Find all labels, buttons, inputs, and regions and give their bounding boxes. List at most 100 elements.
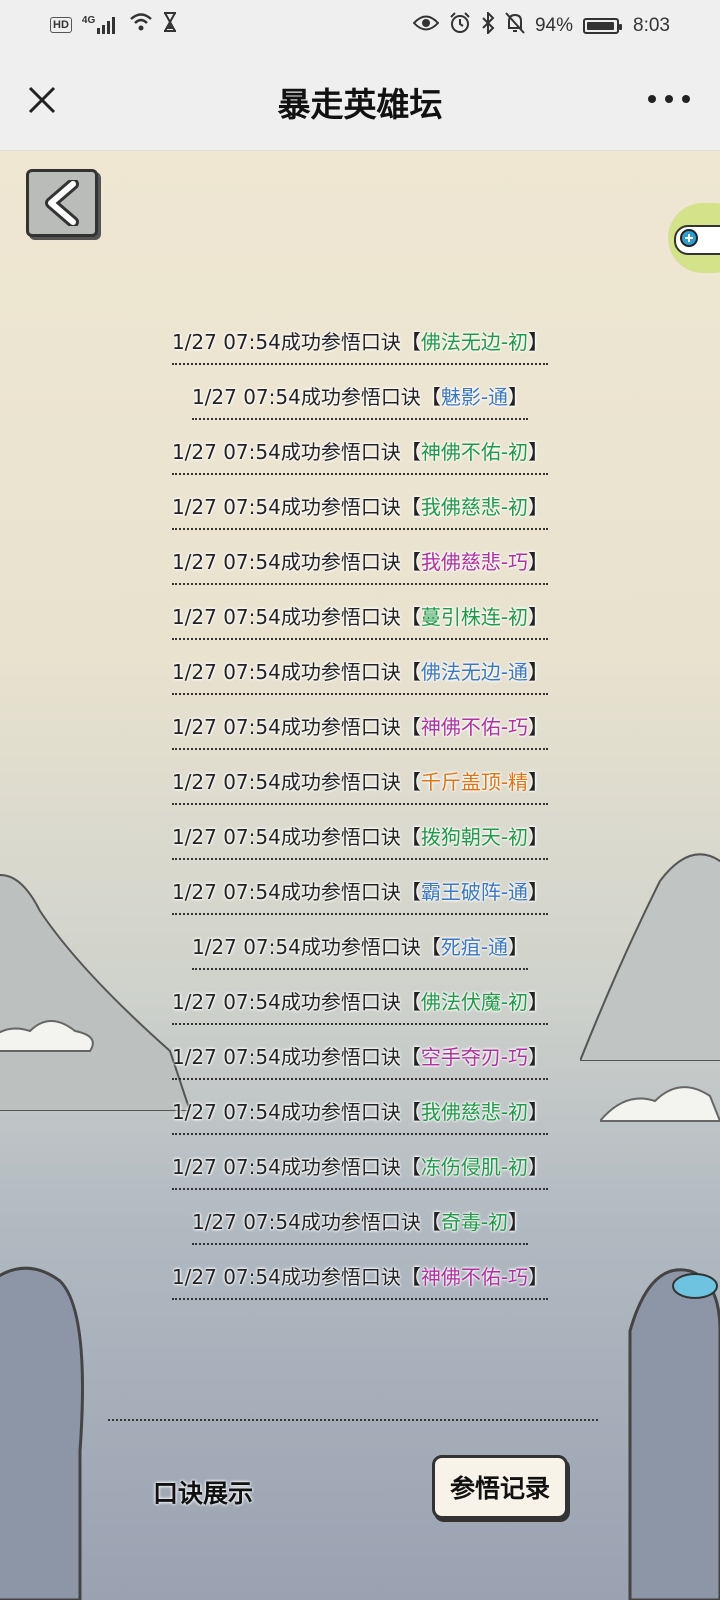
record-bracket-right: 】 [528, 715, 549, 739]
record-bracket-right: 】 [528, 660, 549, 684]
record-skill-name: 我佛慈悲-初 [420, 495, 529, 519]
record-bracket-left: 【 [400, 880, 421, 904]
bluetooth-icon [481, 10, 495, 40]
record-prefix: 1/27 07:54成功参悟口诀 [171, 1155, 401, 1179]
signal-icon: 4G [81, 14, 119, 34]
record-prefix: 1/27 07:54成功参悟口诀 [171, 880, 401, 904]
record-row: 1/27 07:54成功参悟口诀【我佛慈悲-巧】 [0, 543, 720, 598]
record-row: 1/27 07:54成功参悟口诀【佛法伏魔-初】 [0, 983, 720, 1038]
record-bracket-right: 】 [528, 990, 549, 1014]
record-bracket-right: 】 [528, 330, 549, 354]
record-text: 1/27 07:54成功参悟口诀【蔓引株连-初】 [171, 598, 549, 640]
record-bracket-right: 】 [528, 440, 549, 464]
tab-comprehension-records[interactable]: 参悟记录 [432, 1455, 568, 1519]
record-bracket-left: 【 [400, 715, 421, 739]
side-float-button[interactable] [668, 203, 720, 273]
record-prefix: 1/27 07:54成功参悟口诀 [171, 330, 401, 354]
record-text: 1/27 07:54成功参悟口诀【我佛慈悲-初】 [171, 1093, 549, 1135]
mute-icon [505, 12, 525, 40]
more-icon[interactable] [648, 95, 690, 103]
record-bracket-right: 】 [508, 385, 529, 409]
record-skill-name: 奇毒-初 [440, 1210, 509, 1234]
record-bracket-right: 】 [528, 880, 549, 904]
record-skill-name: 佛法无边-初 [420, 330, 529, 354]
record-bracket-left: 【 [400, 825, 421, 849]
record-bracket-left: 【 [400, 770, 421, 794]
record-row: 1/27 07:54成功参悟口诀【佛法无边-初】 [0, 323, 720, 378]
record-text: 1/27 07:54成功参悟口诀【佛法无边-初】 [171, 323, 549, 365]
record-skill-name: 蔓引株连-初 [420, 605, 529, 629]
record-text: 1/27 07:54成功参悟口诀【我佛慈悲-初】 [171, 488, 549, 530]
record-bracket-right: 】 [528, 1155, 549, 1179]
record-prefix: 1/27 07:54成功参悟口诀 [171, 1100, 401, 1124]
record-row: 1/27 07:54成功参悟口诀【冻伤侵肌-初】 [0, 1148, 720, 1203]
record-skill-name: 神佛不佑-巧 [420, 715, 529, 739]
record-prefix: 1/27 07:54成功参悟口诀 [171, 825, 401, 849]
page-title: 暴走英雄坛 [277, 85, 443, 124]
record-text: 1/27 07:54成功参悟口诀【霸王破阵-通】 [171, 873, 549, 915]
record-text: 1/27 07:54成功参悟口诀【神佛不佑-巧】 [171, 708, 549, 750]
record-text: 1/27 07:54成功参悟口诀【空手夺刃-巧】 [171, 1038, 549, 1080]
record-row: 1/27 07:54成功参悟口诀【神佛不佑-巧】 [0, 1258, 720, 1313]
record-bracket-right: 】 [528, 495, 549, 519]
record-text: 1/27 07:54成功参悟口诀【千斤盖顶-精】 [171, 763, 549, 805]
record-prefix: 1/27 07:54成功参悟口诀 [171, 770, 401, 794]
tab-formula-display[interactable]: 口诀展示 [153, 1474, 253, 1510]
record-row: 1/27 07:54成功参悟口诀【佛法无边-通】 [0, 653, 720, 708]
record-text: 1/27 07:54成功参悟口诀【佛法伏魔-初】 [171, 983, 549, 1025]
record-prefix: 1/27 07:54成功参悟口诀 [191, 1210, 421, 1234]
record-bracket-right: 】 [528, 1100, 549, 1124]
record-prefix: 1/27 07:54成功参悟口诀 [171, 495, 401, 519]
hourglass-icon [163, 12, 177, 37]
record-row: 1/27 07:54成功参悟口诀【神佛不佑-巧】 [0, 708, 720, 763]
record-bracket-left: 【 [400, 1155, 421, 1179]
record-bracket-right: 】 [508, 935, 529, 959]
record-bracket-left: 【 [400, 1265, 421, 1289]
record-text: 1/27 07:54成功参悟口诀【神佛不佑-巧】 [171, 1258, 549, 1300]
record-skill-name: 死疽-通 [440, 935, 509, 959]
record-bracket-right: 】 [528, 1045, 549, 1069]
record-text: 1/27 07:54成功参悟口诀【拨狗朝天-初】 [171, 818, 549, 860]
record-prefix: 1/27 07:54成功参悟口诀 [171, 1045, 401, 1069]
record-row: 1/27 07:54成功参悟口诀【奇毒-初】 [0, 1203, 720, 1258]
record-row: 1/27 07:54成功参悟口诀【蔓引株连-初】 [0, 598, 720, 653]
record-bracket-left: 【 [400, 550, 421, 574]
record-row: 1/27 07:54成功参悟口诀【神佛不佑-初】 [0, 433, 720, 488]
network-type: 4G [81, 14, 96, 26]
record-bracket-right: 】 [508, 1210, 529, 1234]
record-skill-name: 魅影-通 [440, 385, 509, 409]
plus-icon [680, 229, 698, 247]
record-row: 1/27 07:54成功参悟口诀【我佛慈悲-初】 [0, 1093, 720, 1148]
record-skill-name: 神佛不佑-巧 [420, 1265, 529, 1289]
record-skill-name: 霸王破阵-通 [420, 880, 529, 904]
record-bracket-left: 【 [420, 385, 441, 409]
record-row: 1/27 07:54成功参悟口诀【死疽-通】 [0, 928, 720, 983]
record-bracket-right: 】 [528, 605, 549, 629]
record-skill-name: 千斤盖顶-精 [420, 770, 529, 794]
back-button[interactable] [26, 169, 98, 237]
record-prefix: 1/27 07:54成功参悟口诀 [171, 990, 401, 1014]
side-float-inner [674, 225, 720, 255]
battery-percent: 94% [534, 15, 574, 36]
record-bracket-left: 【 [420, 935, 441, 959]
clock-time: 8:03 [633, 15, 670, 36]
hd-badge: HD [50, 16, 72, 33]
record-bracket-left: 【 [400, 1045, 421, 1069]
record-row: 1/27 07:54成功参悟口诀【霸王破阵-通】 [0, 873, 720, 928]
game-view: 1/27 07:54成功参悟口诀【佛法无边-初】 1/27 07:54成功参悟口诀… [0, 151, 720, 1600]
record-text: 1/27 07:54成功参悟口诀【死疽-通】 [191, 928, 529, 970]
record-bracket-left: 【 [400, 495, 421, 519]
record-bracket-right: 】 [528, 550, 549, 574]
record-bracket-left: 【 [400, 605, 421, 629]
record-skill-name: 空手夺刃-巧 [420, 1045, 529, 1069]
record-prefix: 1/27 07:54成功参悟口诀 [171, 550, 401, 574]
status-bar: HD 4G 94% 8:03 [0, 0, 720, 50]
record-text: 1/27 07:54成功参悟口诀【佛法无边-通】 [171, 653, 549, 695]
record-skill-name: 佛法无边-通 [420, 660, 529, 684]
battery-icon [583, 18, 623, 34]
record-bracket-left: 【 [400, 330, 421, 354]
record-skill-name: 我佛慈悲-巧 [420, 550, 529, 574]
record-bracket-right: 】 [528, 825, 549, 849]
record-row: 1/27 07:54成功参悟口诀【空手夺刃-巧】 [0, 1038, 720, 1093]
record-skill-name: 冻伤侵肌-初 [420, 1155, 529, 1179]
